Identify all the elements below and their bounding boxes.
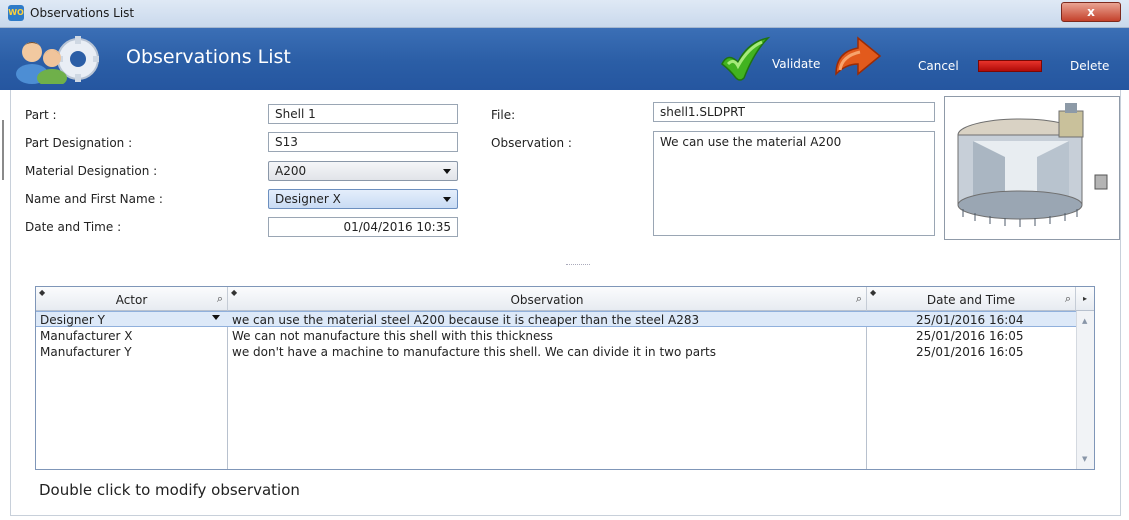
part-designation-field[interactable]: S13	[268, 132, 458, 152]
hint-text: Double click to modify observation	[39, 481, 300, 499]
validate-check-icon[interactable]	[718, 34, 772, 84]
delete-icon[interactable]	[978, 60, 1042, 72]
delete-button[interactable]: Delete	[1070, 59, 1109, 73]
table-row[interactable]: Manufacturer Y we don't have a machine t…	[36, 344, 1076, 360]
date-cell: 25/01/2016 16:05	[916, 329, 1024, 343]
file-field[interactable]: shell1.SLDPRT	[653, 102, 935, 122]
file-label: File:	[491, 108, 516, 122]
observations-grid: ◆ Actor ⌕ ◆ Observation ⌕ ◆ Date and Tim…	[35, 286, 1095, 470]
chevron-down-icon[interactable]	[212, 315, 220, 320]
name-value: Designer X	[275, 192, 341, 206]
scroll-right-icon[interactable]: ▸	[1076, 287, 1094, 311]
vertical-scrollbar[interactable]: ▲ ▼	[1076, 311, 1094, 469]
date-label: Date and Time :	[25, 220, 122, 234]
material-designation-value: A200	[275, 164, 307, 178]
chevron-down-icon[interactable]	[443, 197, 451, 202]
users-gear-icon	[16, 36, 99, 84]
name-select[interactable]: Designer X	[268, 189, 458, 209]
actor-cell: Manufacturer Y	[40, 345, 132, 359]
date-cell: 25/01/2016 16:05	[916, 345, 1024, 359]
date-cell: 25/01/2016 16:04	[916, 313, 1024, 327]
actor-cell: Manufacturer X	[40, 329, 133, 343]
window-edge-marker	[2, 120, 4, 180]
table-row[interactable]: Manufacturer X We can not manufacture th…	[36, 328, 1076, 344]
page-title: Observations List	[126, 46, 291, 68]
validate-button[interactable]: Validate	[772, 57, 820, 71]
column-header-date[interactable]: ◆ Date and Time ⌕	[867, 287, 1076, 311]
form-panel: Part : Shell 1 Part Designation : S13 Ma…	[10, 90, 1121, 516]
window-title: Observations List	[30, 6, 135, 20]
material-designation-label: Material Designation :	[25, 164, 158, 178]
cancel-button[interactable]: Cancel	[918, 59, 959, 73]
observation-cell: we don't have a machine to manufacture t…	[232, 345, 716, 359]
table-row[interactable]: Designer Y we can use the material steel…	[36, 311, 1076, 327]
filter-search-icon[interactable]: ⌕	[1065, 292, 1071, 306]
window-title-bar: WO Observations List x	[0, 0, 1129, 28]
observation-label: Observation :	[491, 136, 572, 150]
cancel-arrow-icon[interactable]	[830, 34, 886, 86]
shell-cad-preview-icon	[957, 103, 1108, 227]
name-label: Name and First Name :	[25, 192, 163, 206]
part-designation-label: Part Designation :	[25, 136, 133, 150]
scroll-up-icon[interactable]: ▲	[1082, 317, 1087, 325]
part-field[interactable]: Shell 1	[268, 104, 458, 124]
observation-textarea[interactable]: We can use the material A200	[653, 131, 935, 236]
date-field[interactable]: 01/04/2016 10:35	[268, 217, 458, 237]
observation-cell: We can not manufacture this shell with t…	[232, 329, 553, 343]
column-header-actor[interactable]: ◆ Actor ⌕	[36, 287, 228, 311]
column-header-observation[interactable]: ◆ Observation ⌕	[228, 287, 867, 311]
filter-search-icon[interactable]: ⌕	[217, 292, 223, 306]
material-designation-select[interactable]: A200	[268, 161, 458, 181]
part-preview-image	[944, 96, 1120, 240]
observation-cell: we can use the material steel A200 becau…	[232, 313, 700, 327]
filter-search-icon[interactable]: ⌕	[856, 292, 862, 306]
part-label: Part :	[25, 108, 57, 122]
scroll-down-icon[interactable]: ▼	[1082, 455, 1087, 463]
app-icon: WO	[8, 5, 24, 21]
header-band: Observations List Validate Cancel Delete	[0, 28, 1129, 90]
close-button[interactable]: x	[1061, 2, 1121, 22]
chevron-down-icon[interactable]	[443, 169, 451, 174]
actor-cell: Designer Y	[40, 313, 105, 327]
splitter-grip[interactable]	[566, 264, 590, 266]
